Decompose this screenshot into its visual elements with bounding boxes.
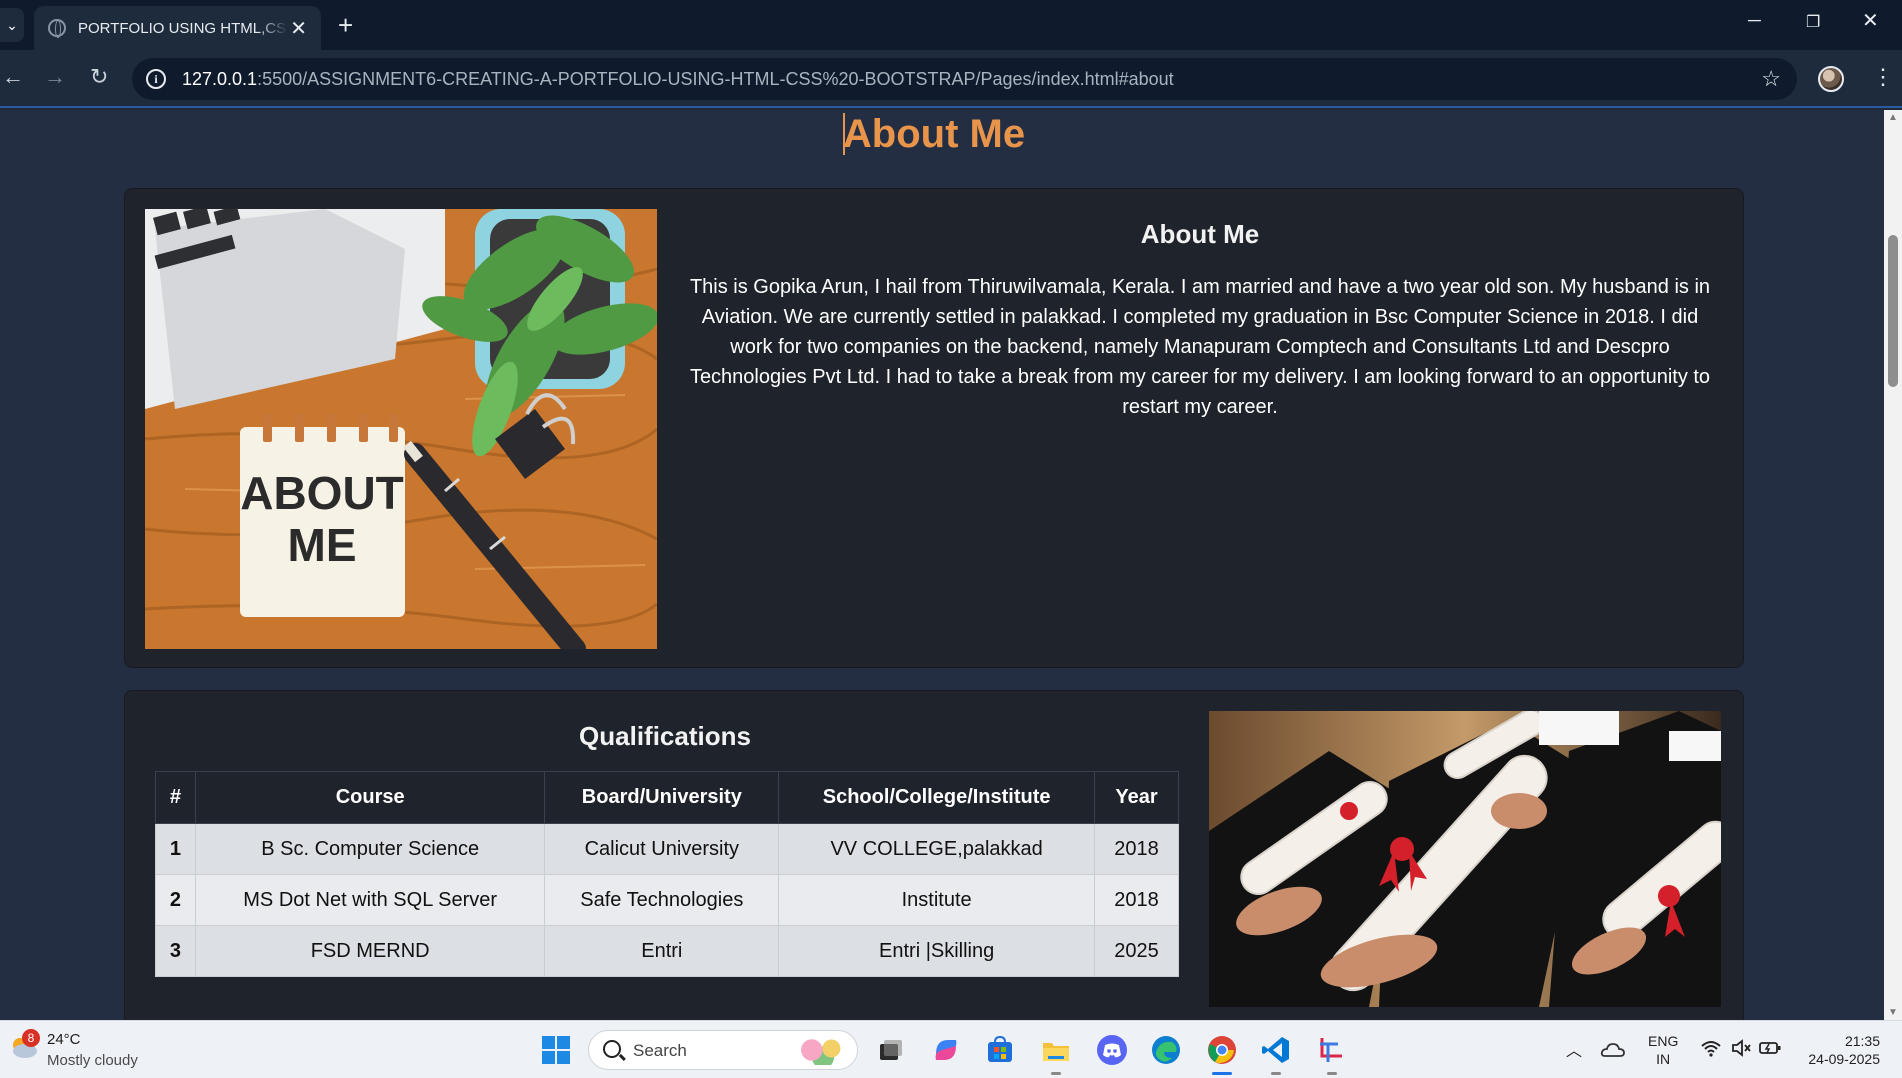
cell-index: 1: [155, 823, 196, 875]
clock-time: 21:35: [1844, 1033, 1880, 1049]
cell-school: Entri |Skilling: [778, 925, 1096, 977]
scroll-up-icon[interactable]: ▲: [1888, 112, 1898, 123]
image-text-me: ME: [288, 519, 357, 571]
url-host: 127.0.0.1: [182, 68, 258, 89]
cell-course: MS Dot Net with SQL Server: [194, 874, 546, 926]
cell-board: Safe Technologies: [544, 874, 780, 926]
profile-avatar[interactable]: [1818, 66, 1844, 92]
running-indicator: [1271, 1072, 1281, 1075]
header-board: Board/University: [544, 771, 780, 824]
qualifications-table: # Course Board/University School/College…: [155, 771, 1179, 977]
about-text: About Me This is Gopika Arun, I hail fro…: [680, 219, 1720, 422]
address-bar[interactable]: i 127.0.0.1:5500/ASSIGNMENT6-CREATING-A-…: [132, 58, 1797, 100]
restore-icon[interactable]: ❐: [1806, 12, 1820, 32]
search-icon: [603, 1040, 621, 1058]
site-info-icon[interactable]: i: [146, 69, 166, 89]
discord-icon[interactable]: [1096, 1034, 1128, 1066]
cell-course: B Sc. Computer Science: [194, 823, 546, 875]
qualifications-card: Qualifications # Course Board/University…: [124, 690, 1744, 1020]
windows-start-icon[interactable]: [540, 1034, 572, 1066]
cell-year: 2018: [1094, 874, 1179, 926]
table-row: 2 MS Dot Net with SQL Server Safe Techno…: [155, 874, 1179, 926]
bookmark-star-icon[interactable]: ☆: [1761, 66, 1781, 92]
cell-year: 2025: [1094, 925, 1179, 977]
tab-search-chevron-icon[interactable]: ⌄: [0, 8, 24, 42]
task-view-icon[interactable]: [874, 1034, 906, 1066]
microsoft-store-icon[interactable]: [984, 1034, 1016, 1066]
image-text-about: ABOUT: [240, 467, 404, 519]
reload-icon[interactable]: ↻: [90, 64, 108, 90]
wifi-icon[interactable]: [1700, 1037, 1722, 1059]
header-course: Course: [194, 771, 546, 824]
os-taskbar: 8 24°C Mostly cloudy Search ︿ ENG IN 21:…: [0, 1020, 1902, 1078]
scroll-thumb[interactable]: [1888, 235, 1898, 387]
search-highlight-icon: [795, 1035, 851, 1065]
cell-school: VV COLLEGE,palakkad: [778, 823, 1096, 875]
lang-code: ENG: [1648, 1033, 1679, 1049]
globe-icon: [48, 19, 66, 38]
url-path: :5500/ASSIGNMENT6-CREATING-A-PORTFOLIO-U…: [257, 68, 1174, 89]
scroll-down-icon[interactable]: ▼: [1888, 1007, 1898, 1018]
page-viewport: About Me ABOUT ME About Me This is Gopik…: [0, 110, 1884, 1020]
system-clock[interactable]: 21:35 24-09-2025: [1800, 1032, 1880, 1068]
about-paragraph: This is Gopika Arun, I hail from Thiruwi…: [689, 276, 1711, 418]
input-language[interactable]: ENG IN: [1648, 1032, 1678, 1068]
forward-icon[interactable]: →: [44, 64, 66, 90]
vscode-icon[interactable]: [1260, 1034, 1292, 1066]
file-explorer-icon[interactable]: [1040, 1034, 1072, 1066]
window-close-icon[interactable]: ✕: [1862, 8, 1879, 33]
about-subtitle: About Me: [1140, 219, 1260, 249]
graduation-diplomas-photo: [1209, 711, 1721, 1007]
tab-title: PORTFOLIO USING HTML,CSS & BOOTSTRAP: [78, 19, 288, 37]
qualifications-title: Qualifications: [579, 721, 751, 751]
tab-close-icon[interactable]: ✕: [290, 16, 307, 41]
back-icon[interactable]: ←: [2, 64, 24, 90]
active-indicator: [1212, 1072, 1232, 1075]
cell-board: Entri: [544, 925, 780, 977]
about-card: ABOUT ME About Me This is Gopika Arun, I…: [124, 188, 1744, 668]
running-indicator: [1327, 1072, 1337, 1075]
edge-browser-icon[interactable]: [1150, 1034, 1182, 1066]
browser-tabbar: ⌄ PORTFOLIO USING HTML,CSS & BOOTSTRAP ✕…: [0, 0, 1902, 50]
cell-index: 3: [155, 925, 196, 977]
copilot-icon[interactable]: [930, 1034, 962, 1066]
table-row: 1 B Sc. Computer Science Calicut Univers…: [155, 823, 1179, 875]
cell-board: Calicut University: [544, 823, 780, 875]
lang-region: IN: [1656, 1051, 1671, 1067]
cell-school: Institute: [778, 874, 1096, 926]
speaker-muted-icon[interactable]: [1730, 1037, 1752, 1059]
weather-description[interactable]: Mostly cloudy: [47, 1052, 138, 1069]
weather-alert-badge: 8: [22, 1029, 40, 1047]
header-school: School/College/Institute: [778, 771, 1096, 824]
search-label: Search: [633, 1041, 687, 1060]
running-indicator: [1051, 1072, 1061, 1075]
battery-icon[interactable]: [1758, 1037, 1782, 1059]
browser-menu-icon[interactable]: ⋮: [1872, 64, 1894, 90]
browser-toolbar: ← → ↻ i 127.0.0.1:5500/ASSIGNMENT6-CREAT…: [0, 50, 1902, 108]
taskbar-search[interactable]: Search: [588, 1030, 858, 1070]
chrome-icon[interactable]: [1206, 1034, 1238, 1066]
cell-year: 2018: [1094, 823, 1179, 875]
header-year: Year: [1094, 771, 1179, 824]
clock-date: 24-09-2025: [1808, 1051, 1880, 1067]
tray-overflow-chevron-icon[interactable]: ︿: [1566, 1037, 1582, 1061]
minimize-icon[interactable]: ─: [1748, 10, 1761, 31]
page-title: About Me: [842, 112, 1026, 156]
page-scrollbar[interactable]: ▲ ▼: [1884, 110, 1902, 1020]
table-header-row: # Course Board/University School/College…: [155, 771, 1179, 824]
onedrive-cloud-icon[interactable]: [1600, 1037, 1626, 1063]
header-index: #: [155, 771, 196, 824]
table-row: 3 FSD MERND Entri Entri |Skilling 2025: [155, 925, 1179, 977]
cell-index: 2: [155, 874, 196, 926]
new-tab-icon[interactable]: +: [338, 10, 353, 41]
weather-temperature[interactable]: 24°C: [47, 1031, 81, 1048]
snipping-tool-icon[interactable]: [1316, 1034, 1348, 1066]
cell-course: FSD MERND: [194, 925, 546, 977]
about-me-illustration: ABOUT ME: [145, 209, 657, 649]
browser-tab[interactable]: PORTFOLIO USING HTML,CSS & BOOTSTRAP ✕: [34, 6, 321, 50]
